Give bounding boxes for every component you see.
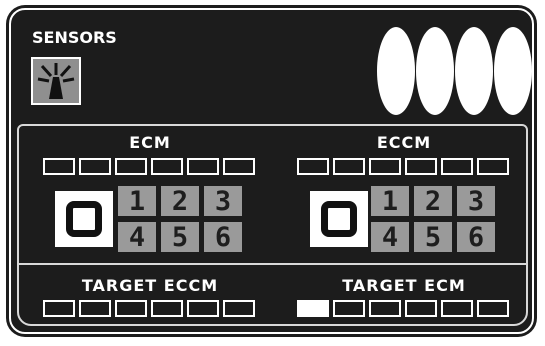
eccm-meter-segment: [333, 158, 365, 175]
status-light-1: [377, 27, 415, 115]
eccm-key-4[interactable]: 4: [371, 222, 409, 252]
eccm-meter-segment: [405, 158, 437, 175]
ecm-key-1[interactable]: 1: [118, 186, 156, 216]
ecm-meter: [43, 158, 255, 175]
eccm-key-2[interactable]: 2: [414, 186, 452, 216]
target-eccm-meter-segment: [187, 300, 219, 317]
ecm-label: ECM: [129, 133, 171, 152]
eccm-meter-segment: [297, 158, 329, 175]
ecm-key-5[interactable]: 5: [161, 222, 199, 252]
status-light-4: [494, 27, 532, 115]
eccm-key-0-label: 0: [321, 201, 357, 237]
status-light-2: [416, 27, 454, 115]
ecm-meter-segment: [223, 158, 255, 175]
target-ecm-meter-segment: [369, 300, 401, 317]
section-divider: [17, 263, 528, 265]
target-ecm-meter-segment: [405, 300, 437, 317]
ecm-key-6[interactable]: 6: [204, 222, 242, 252]
target-eccm-meter-segment: [223, 300, 255, 317]
eccm-key-1[interactable]: 1: [371, 186, 409, 216]
eccm-meter-segment: [369, 158, 401, 175]
target-eccm-meter-segment: [43, 300, 75, 317]
ecm-key-0[interactable]: 0: [55, 191, 113, 247]
target-ecm-meter-segment: [441, 300, 473, 317]
sensor-antenna-glyph: [37, 63, 75, 99]
ecm-key-2[interactable]: 2: [161, 186, 199, 216]
panel-title: SENSORS: [32, 28, 117, 47]
target-eccm-meter: [43, 300, 255, 317]
ecm-meter-segment: [151, 158, 183, 175]
target-eccm-meter-segment: [115, 300, 147, 317]
target-eccm-label: TARGET ECCM: [81, 276, 219, 295]
target-ecm-meter-segment: [297, 300, 329, 317]
ecm-meter-segment: [115, 158, 147, 175]
status-light-3: [455, 27, 493, 115]
ecm-key-4[interactable]: 4: [118, 222, 156, 252]
eccm-meter-segment: [441, 158, 473, 175]
ecm-meter-segment: [43, 158, 75, 175]
eccm-key-0[interactable]: 0: [310, 191, 368, 247]
target-ecm-meter: [297, 300, 509, 317]
eccm-label: ECCM: [376, 133, 432, 152]
ecm-key-3[interactable]: 3: [204, 186, 242, 216]
ecm-key-0-label: 0: [66, 201, 102, 237]
target-eccm-meter-segment: [79, 300, 111, 317]
target-ecm-meter-segment: [333, 300, 365, 317]
ecm-meter-segment: [187, 158, 219, 175]
target-eccm-meter-segment: [151, 300, 183, 317]
eccm-key-5[interactable]: 5: [414, 222, 452, 252]
eccm-meter-segment: [477, 158, 509, 175]
ecm-meter-segment: [79, 158, 111, 175]
target-ecm-label: TARGET ECM: [342, 276, 466, 295]
eccm-meter: [297, 158, 509, 175]
eccm-key-3[interactable]: 3: [457, 186, 495, 216]
sensor-antenna-icon[interactable]: [31, 57, 81, 105]
target-ecm-meter-segment: [477, 300, 509, 317]
eccm-key-6[interactable]: 6: [457, 222, 495, 252]
